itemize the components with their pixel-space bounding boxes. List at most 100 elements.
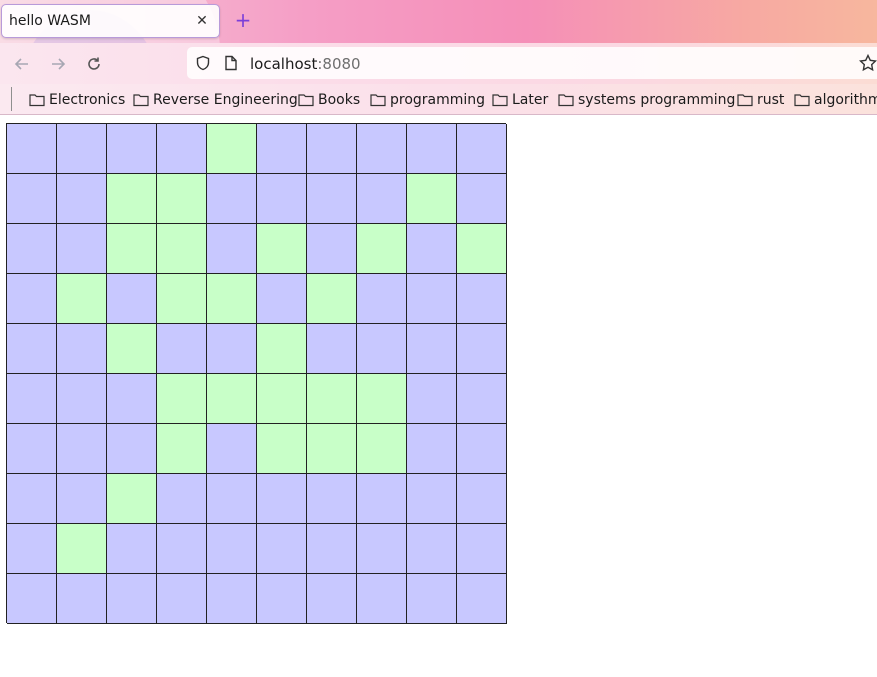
cell-alive[interactable] [457,224,507,274]
cell-alive[interactable] [307,374,357,424]
cell-dead[interactable] [357,274,407,324]
cell-alive[interactable] [157,224,207,274]
cell-dead[interactable] [57,224,107,274]
bookmark-folder-systems-programming[interactable]: systems programming [558,90,735,110]
cell-dead[interactable] [7,224,57,274]
cell-dead[interactable] [357,524,407,574]
cell-dead[interactable] [407,424,457,474]
cell-alive[interactable] [157,274,207,324]
cell-dead[interactable] [457,574,507,624]
cell-alive[interactable] [157,374,207,424]
cell-dead[interactable] [407,474,457,524]
cell-dead[interactable] [107,574,157,624]
close-icon[interactable]: ✕ [194,13,210,29]
cell-dead[interactable] [157,474,207,524]
cell-dead[interactable] [207,524,257,574]
cell-alive[interactable] [307,274,357,324]
bookmark-folder-reverse-engineering[interactable]: Reverse Engineering [133,90,298,110]
cell-dead[interactable] [7,324,57,374]
cell-dead[interactable] [7,374,57,424]
cell-dead[interactable] [57,474,107,524]
cell-dead[interactable] [257,574,307,624]
bookmark-folder-programming[interactable]: programming [370,90,485,110]
cell-dead[interactable] [107,124,157,174]
cell-dead[interactable] [457,324,507,374]
cell-dead[interactable] [7,174,57,224]
cell-dead[interactable] [7,474,57,524]
cell-dead[interactable] [57,424,107,474]
cell-dead[interactable] [407,574,457,624]
cell-dead[interactable] [157,124,207,174]
cell-dead[interactable] [57,124,107,174]
cell-alive[interactable] [57,274,107,324]
cell-dead[interactable] [207,224,257,274]
cell-dead[interactable] [307,324,357,374]
cell-dead[interactable] [307,524,357,574]
cell-alive[interactable] [157,174,207,224]
cell-dead[interactable] [457,474,507,524]
cell-dead[interactable] [57,574,107,624]
cell-dead[interactable] [307,474,357,524]
tab-hello-wasm[interactable]: hello WASM ✕ [1,4,220,38]
cell-dead[interactable] [457,424,507,474]
cell-dead[interactable] [457,524,507,574]
cell-dead[interactable] [407,324,457,374]
page-icon[interactable] [224,55,238,75]
cell-dead[interactable] [7,424,57,474]
cell-dead[interactable] [7,574,57,624]
cell-dead[interactable] [157,324,207,374]
cell-dead[interactable] [257,474,307,524]
cell-dead[interactable] [357,474,407,524]
url-text[interactable]: localhost:8080 [250,55,361,73]
cell-alive[interactable] [157,424,207,474]
cell-alive[interactable] [107,324,157,374]
cell-alive[interactable] [357,424,407,474]
cell-dead[interactable] [257,124,307,174]
cell-dead[interactable] [57,174,107,224]
game-of-life-canvas[interactable] [6,123,507,624]
shield-icon[interactable] [195,55,211,75]
cell-dead[interactable] [57,374,107,424]
cell-alive[interactable] [357,224,407,274]
cell-alive[interactable] [107,174,157,224]
cell-dead[interactable] [407,124,457,174]
cell-dead[interactable] [257,174,307,224]
cell-dead[interactable] [257,274,307,324]
cell-alive[interactable] [257,424,307,474]
cell-alive[interactable] [207,374,257,424]
cell-dead[interactable] [357,324,407,374]
cell-dead[interactable] [107,424,157,474]
cell-alive[interactable] [357,374,407,424]
cell-alive[interactable] [307,424,357,474]
cell-dead[interactable] [457,124,507,174]
cell-dead[interactable] [307,174,357,224]
cell-dead[interactable] [307,224,357,274]
cell-dead[interactable] [207,474,257,524]
bookmark-folder-books[interactable]: Books [298,90,360,110]
url-bar[interactable]: localhost:8080 [187,47,877,79]
cell-alive[interactable] [407,174,457,224]
cell-dead[interactable] [307,574,357,624]
cell-alive[interactable] [257,224,307,274]
forward-arrow-icon[interactable] [47,53,69,75]
back-arrow-icon[interactable] [11,53,33,75]
cell-dead[interactable] [457,374,507,424]
cell-dead[interactable] [7,124,57,174]
cell-alive[interactable] [57,524,107,574]
cell-dead[interactable] [407,274,457,324]
cell-alive[interactable] [257,374,307,424]
cell-alive[interactable] [207,274,257,324]
cell-alive[interactable] [107,224,157,274]
cell-alive[interactable] [257,324,307,374]
cell-dead[interactable] [107,374,157,424]
cell-dead[interactable] [107,524,157,574]
cell-alive[interactable] [207,124,257,174]
cell-dead[interactable] [357,574,407,624]
cell-dead[interactable] [457,274,507,324]
cell-dead[interactable] [157,574,207,624]
cell-dead[interactable] [207,174,257,224]
bookmark-folder-algorithm[interactable]: algorithm [794,90,877,110]
cell-dead[interactable] [7,524,57,574]
cell-dead[interactable] [207,324,257,374]
star-icon[interactable] [858,53,877,76]
